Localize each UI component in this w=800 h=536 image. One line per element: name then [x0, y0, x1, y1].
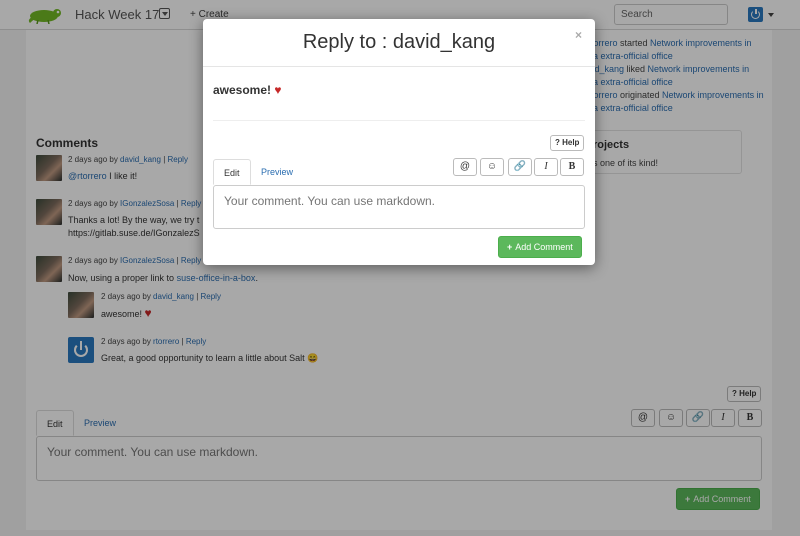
- close-icon[interactable]: ×: [575, 28, 582, 42]
- tab-preview[interactable]: Preview: [251, 159, 303, 185]
- help-button[interactable]: ? Help: [550, 135, 585, 151]
- link-tool-button[interactable]: 🔗: [508, 158, 532, 176]
- plus-icon: +: [507, 242, 513, 252]
- reply-textarea[interactable]: [213, 185, 585, 229]
- emoji-tool-button[interactable]: ☺: [480, 158, 504, 176]
- modal-title: Reply to : david_kang: [302, 31, 496, 53]
- tab-edit[interactable]: Edit: [213, 159, 251, 185]
- add-comment-label: Add Comment: [515, 242, 573, 252]
- quoted-text: awesome!: [213, 83, 275, 97]
- reply-modal: Reply to : david_kang × awesome! ♥ ? Hel…: [203, 19, 595, 265]
- bold-tool-button[interactable]: B: [560, 158, 584, 176]
- divider: [203, 66, 595, 67]
- heart-icon: ♥: [274, 83, 282, 97]
- mention-tool-button[interactable]: @: [453, 158, 477, 176]
- add-comment-button[interactable]: + Add Comment: [498, 236, 582, 258]
- divider: [213, 120, 585, 121]
- quoted-comment: awesome! ♥: [213, 83, 281, 97]
- italic-tool-button[interactable]: I: [534, 158, 558, 176]
